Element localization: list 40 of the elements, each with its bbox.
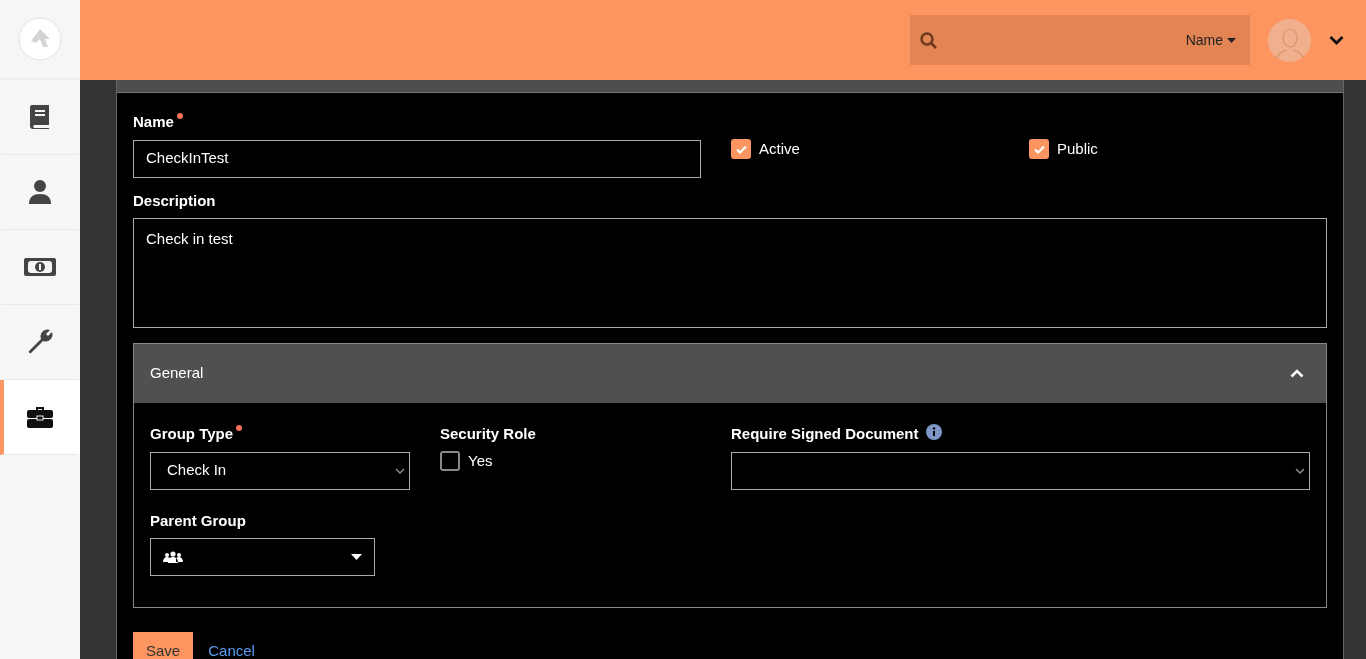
field-label: Name	[133, 112, 174, 132]
check-icon	[1033, 144, 1045, 154]
chevron-down-icon	[395, 467, 405, 474]
briefcase-icon	[26, 405, 54, 429]
field-label: Description	[133, 190, 216, 211]
save-button[interactable]: Save	[133, 632, 194, 659]
person-icon	[28, 179, 52, 205]
panel-header[interactable]: General	[134, 344, 1326, 403]
panel-title: General	[150, 363, 204, 384]
info-icon[interactable]	[925, 424, 942, 440]
checkbox-label: Active	[759, 139, 800, 159]
cancel-link[interactable]: Cancel	[208, 632, 255, 659]
field-label: Security Role	[440, 424, 536, 444]
chevron-down-icon[interactable]	[1329, 35, 1344, 45]
chevron-down-icon	[1295, 467, 1305, 474]
field-label: Require Signed Document	[731, 424, 919, 444]
document-select[interactable]	[731, 451, 1310, 490]
money-icon	[23, 257, 57, 277]
search-field[interactable]: Name	[910, 15, 1250, 65]
search-scope-dropdown[interactable]: Name	[1185, 29, 1236, 51]
wrench-icon	[26, 328, 54, 356]
field-label: Group Type	[150, 424, 234, 444]
checkbox[interactable]	[1029, 139, 1049, 160]
caret-icon	[351, 554, 362, 560]
parent-group-picker[interactable]	[150, 538, 375, 576]
caret-icon	[1227, 37, 1236, 43]
name-input[interactable]: CheckInTest	[133, 139, 701, 178]
group-icon	[163, 551, 183, 563]
group-type-select[interactable]: Check In	[150, 451, 410, 490]
checkbox[interactable]	[440, 450, 460, 471]
field-label: Parent Group	[150, 510, 246, 531]
search-icon	[920, 31, 937, 49]
checkbox-label: Yes	[468, 450, 493, 471]
check-icon	[735, 144, 747, 154]
description-textarea[interactable]: Check in test	[133, 218, 1327, 328]
checkbox[interactable]	[731, 139, 751, 160]
book-icon	[29, 104, 51, 130]
checkbox-label: Public	[1057, 139, 1098, 159]
chevron-up-icon[interactable]	[1290, 369, 1304, 378]
sidebar-item[interactable]	[0, 380, 80, 455]
